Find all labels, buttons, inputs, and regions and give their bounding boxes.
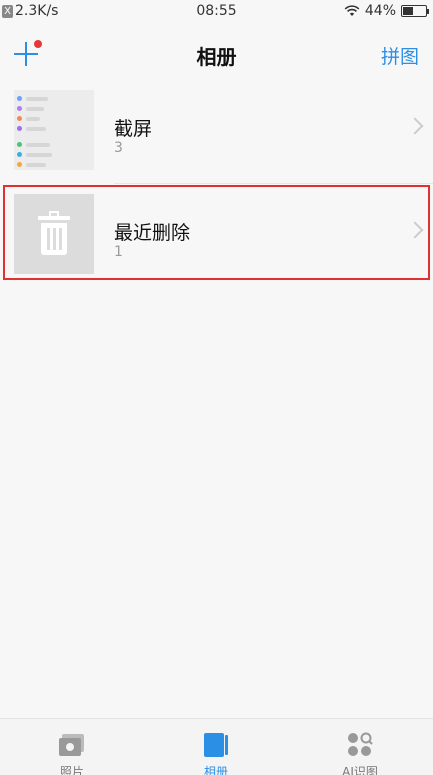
add-album-button[interactable]: [14, 40, 42, 68]
album-icon: [204, 733, 228, 757]
album-count: 3: [114, 140, 123, 156]
album-name: 最近删除: [114, 222, 191, 244]
wifi-icon: [344, 5, 360, 16]
tab-ai-recognition[interactable]: AI识图: [288, 719, 432, 775]
status-bar: X 2.3K/s 08:55 44%: [0, 0, 433, 24]
collage-button[interactable]: 拼图: [381, 42, 419, 69]
ai-recognition-icon: [348, 732, 373, 756]
album-count: 1: [114, 244, 123, 260]
tab-label: 相册: [203, 765, 228, 775]
tab-label: 照片: [59, 765, 84, 775]
recently-deleted-thumbnail: [14, 194, 94, 274]
album-row-recently-deleted[interactable]: 最近删除 1: [0, 190, 433, 288]
notification-dot: [34, 40, 42, 48]
nav-bar: 相册 拼图: [0, 24, 433, 84]
screenshots-thumbnail: [14, 90, 94, 170]
tab-label: AI识图: [342, 765, 378, 775]
photo-icon: [59, 734, 84, 756]
status-right: 44%: [344, 3, 429, 19]
page-title: 相册: [196, 45, 237, 69]
battery-percent: 44%: [364, 3, 396, 19]
tab-bar: 照片 相册 AI识图: [0, 718, 433, 775]
chevron-right-icon: [406, 221, 424, 239]
divider: [114, 183, 433, 184]
album-row-screenshots[interactable]: 截屏 3: [0, 86, 433, 184]
chevron-right-icon: [406, 117, 424, 135]
tab-photos[interactable]: 照片: [0, 719, 144, 775]
battery-icon: [401, 5, 429, 17]
album-name: 截屏: [114, 118, 153, 140]
tab-albums[interactable]: 相册: [144, 719, 288, 775]
